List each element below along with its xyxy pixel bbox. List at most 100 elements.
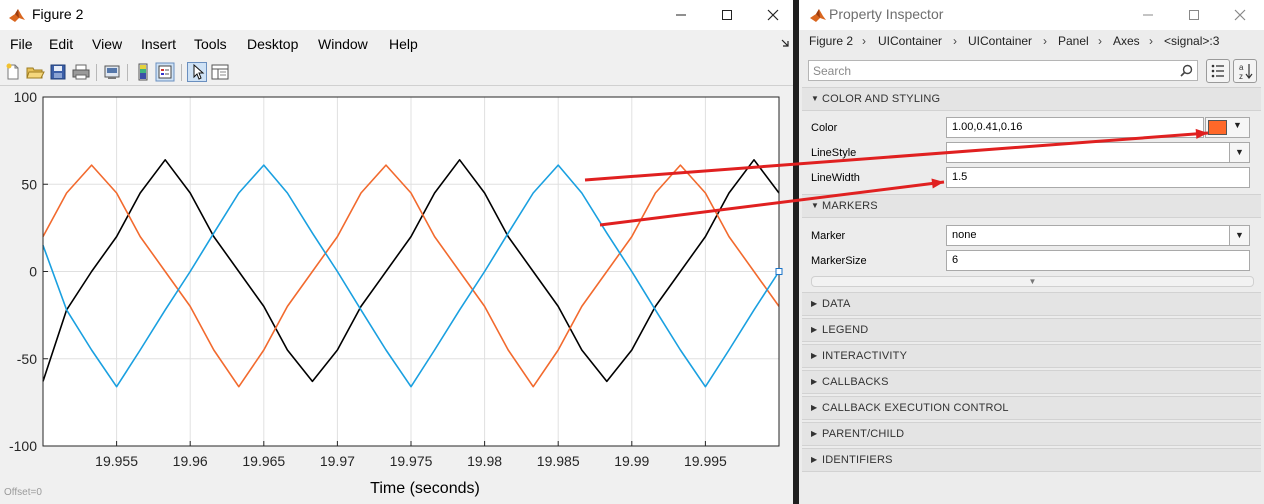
toolbar-separator (96, 64, 97, 81)
collapsed-arrow-icon: ▶ (811, 403, 818, 412)
search-icon (1180, 64, 1193, 77)
open-file-icon[interactable] (25, 62, 45, 82)
y-tick-label: -100 (9, 438, 37, 454)
section-legend[interactable]: ▶ LEGEND (802, 318, 1261, 342)
toolbar-separator (181, 64, 182, 81)
menu-desktop[interactable]: Desktop (247, 36, 298, 52)
new-figure-icon[interactable] (3, 62, 23, 82)
axes[interactable]: 19.955 19.96 19.965 19.97 19.975 19.98 19.985 1… (0, 88, 793, 504)
print-icon[interactable] (71, 62, 91, 82)
close-button[interactable] (1217, 0, 1263, 30)
x-tick-label: 19.995 (684, 453, 727, 469)
property-editor-icon[interactable] (210, 62, 230, 82)
markersize-field[interactable]: 6 (946, 250, 1250, 271)
breadcrumb-separator: › (862, 34, 866, 48)
group-view-button[interactable] (1206, 59, 1230, 83)
minimize-button[interactable] (658, 0, 704, 30)
x-tick-label: 19.955 (95, 453, 138, 469)
search-input[interactable]: Search (808, 60, 1198, 81)
close-button[interactable] (750, 0, 796, 30)
breadcrumb-item[interactable]: <signal>:3 (1164, 34, 1219, 48)
chevron-down-icon: ▼ (1233, 120, 1242, 130)
dock-arrow-icon[interactable] (781, 39, 790, 48)
collapsed-arrow-icon: ▶ (811, 455, 818, 464)
section-label: PARENT/CHILD (822, 428, 905, 440)
color-value: 1.00,0.41,0.16 (952, 121, 1023, 133)
menu-window[interactable]: Window (318, 36, 368, 52)
menu-file[interactable]: File (10, 36, 33, 52)
section-label: IDENTIFIERS (822, 454, 893, 466)
menu-view[interactable]: View (92, 36, 122, 52)
section-parent-child[interactable]: ▶ PARENT/CHILD (802, 422, 1261, 446)
breadcrumb: Figure 2 › UIContainer › UIContainer › P… (799, 30, 1264, 54)
menu-edit[interactable]: Edit (49, 36, 73, 52)
figure-titlebar: Figure 2 (0, 0, 793, 30)
breadcrumb-item[interactable]: UIContainer (968, 34, 1032, 48)
expanded-arrow-icon: ▼ (811, 94, 819, 103)
figure-title: Figure 2 (32, 6, 84, 22)
chevron-down-icon: ▼ (1229, 226, 1249, 245)
chevron-down-icon: ▼ (1028, 277, 1037, 286)
section-label: COLOR AND STYLING (822, 93, 941, 105)
link-icon[interactable] (102, 62, 122, 82)
menu-insert[interactable]: Insert (141, 36, 176, 52)
collapsed-arrow-icon: ▶ (811, 325, 818, 334)
collapsed-arrow-icon: ▶ (811, 377, 818, 386)
show-more-button[interactable]: ▼ (811, 276, 1254, 287)
x-tick-label: 19.97 (320, 453, 355, 469)
pointer-icon[interactable] (187, 62, 207, 82)
breadcrumb-item[interactable]: Axes (1113, 34, 1140, 48)
collapsed-arrow-icon: ▶ (811, 299, 818, 308)
sort-az-icon: az (1239, 63, 1253, 81)
maximize-button[interactable] (1171, 0, 1217, 30)
marker-label: Marker (811, 230, 846, 242)
menu-tools[interactable]: Tools (194, 36, 227, 52)
y-tick-label: -50 (17, 351, 37, 367)
search-placeholder: Search (813, 64, 852, 78)
section-color-styling[interactable]: ▼ COLOR AND STYLING (802, 87, 1261, 111)
section-data[interactable]: ▶ DATA (802, 292, 1261, 316)
legend-icon[interactable] (155, 62, 175, 82)
breadcrumb-separator: › (1098, 34, 1102, 48)
menu-help[interactable]: Help (389, 36, 418, 52)
minimize-button[interactable] (1125, 0, 1171, 30)
breadcrumb-item[interactable]: Figure 2 (809, 34, 853, 48)
toolbar-separator (127, 64, 128, 81)
section-callback-execution-control[interactable]: ▶ CALLBACK EXECUTION CONTROL (802, 396, 1261, 420)
svg-text:a: a (1239, 63, 1244, 72)
breadcrumb-item[interactable]: Panel (1058, 34, 1089, 48)
save-icon[interactable] (48, 62, 68, 82)
collapsed-arrow-icon: ▶ (811, 351, 818, 360)
selection-handle (775, 268, 783, 275)
section-interactivity[interactable]: ▶ INTERACTIVITY (802, 344, 1261, 368)
markersize-value: 6 (952, 254, 959, 266)
collapsed-arrow-icon: ▶ (811, 429, 818, 438)
colorbar-icon[interactable] (133, 62, 153, 82)
breadcrumb-separator: › (953, 34, 957, 48)
section-markers[interactable]: ▼ MARKERS (802, 194, 1261, 218)
maximize-button[interactable] (704, 0, 750, 30)
x-tick-label: 19.99 (614, 453, 649, 469)
linestyle-dropdown[interactable]: ▼ (946, 142, 1250, 163)
color-field[interactable]: 1.00,0.41,0.16 (946, 117, 1204, 138)
breadcrumb-item[interactable]: UIContainer (878, 34, 942, 48)
breadcrumb-separator: › (1043, 34, 1047, 48)
section-label: CALLBACK EXECUTION CONTROL (822, 402, 1009, 414)
figure-toolbar (0, 60, 793, 86)
expanded-arrow-icon: ▼ (811, 201, 819, 210)
linewidth-field[interactable]: 1.5 (946, 167, 1250, 188)
svg-text:z: z (1239, 72, 1243, 81)
property-inspector-window: Property Inspector Figure 2 › UIContaine… (799, 0, 1264, 504)
section-identifiers[interactable]: ▶ IDENTIFIERS (802, 448, 1261, 472)
y-tick-label: 0 (29, 264, 37, 280)
sort-az-button[interactable]: az (1233, 59, 1257, 83)
matlab-logo-icon (810, 9, 826, 22)
marker-dropdown[interactable]: none ▼ (946, 225, 1250, 246)
section-label: INTERACTIVITY (822, 350, 908, 362)
matlab-logo-icon (9, 9, 25, 22)
section-callbacks[interactable]: ▶ CALLBACKS (802, 370, 1261, 394)
color-picker-button[interactable]: ▼ (1205, 117, 1250, 138)
menubar: File Edit View Insert Tools Desktop Wind… (0, 33, 793, 57)
inspector-titlebar: Property Inspector (799, 0, 1264, 30)
linestyle-label: LineStyle (811, 147, 857, 159)
